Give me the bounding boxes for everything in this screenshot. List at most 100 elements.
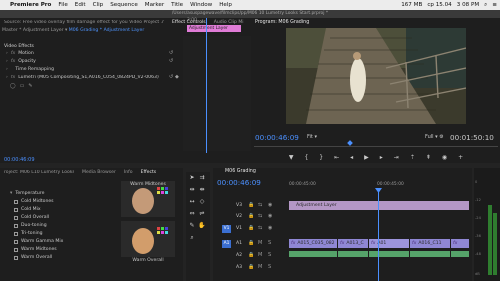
ellipse-mask-icon[interactable]: ◯ [10,83,16,89]
audio-clip[interactable] [338,251,368,257]
effect-row-time-remapping[interactable]: › Time Remapping [6,67,54,72]
zoom-tool-icon[interactable]: ⌕ [188,234,196,242]
track-header-v2[interactable]: V2 🔒 ⇆ ◉ [218,212,284,222]
twirl-icon[interactable]: › [6,67,8,72]
effect-controls-timeline[interactable] [183,36,251,151]
preset-item[interactable]: Duo-toning [14,223,47,228]
track-header-a1[interactable]: A1 A1 🔒 M S [218,239,284,249]
track-header-a3[interactable]: A3 🔒 M S [218,263,284,273]
mute-icon[interactable]: M [258,264,262,270]
preset-thumbnail[interactable] [121,221,175,257]
track-select-icon[interactable]: ⇉ [198,174,206,182]
hand-tool-icon[interactable]: ✋ [198,222,206,230]
adjustment-layer-clip[interactable]: Adjustment Layer [289,201,469,210]
preset-item[interactable]: Cold Mix [14,207,41,212]
lock-icon[interactable]: 🔒 [248,202,254,208]
reset-icon[interactable]: ↺ [169,50,173,56]
reset-icon[interactable]: ↺ [169,58,173,64]
effect-controls-timecode[interactable]: 00:00:46:09 [4,157,35,163]
video-clip[interactable]: fx A016_C11 [410,239,450,248]
search-icon[interactable]: ⌕ [484,2,487,9]
lock-icon[interactable]: 🔒 [248,213,254,219]
menu-window[interactable]: Window [190,2,212,8]
preset-item[interactable]: Warm Overall [14,255,52,260]
audio-clip[interactable] [410,251,450,257]
master-clip-label[interactable]: Master * Adjustment Layer [2,28,64,33]
track-header-v3[interactable]: V3 🔒 ⇆ ◉ [218,201,284,211]
goto-out-icon[interactable]: ⇥ [394,154,399,161]
step-back-icon[interactable]: ◂ [350,154,353,161]
timeline-ruler[interactable]: 00:00:45:00 00:00:45:00 [285,182,472,189]
mute-icon[interactable]: M [258,240,262,246]
eye-icon[interactable]: ◉ [268,225,272,231]
source-patch-a1[interactable]: A1 [222,240,231,248]
audio-clip[interactable] [289,251,337,257]
goto-in-icon[interactable]: ⇤ [334,154,339,161]
pen-mask-icon[interactable]: ✎ [28,83,32,89]
menu-title[interactable]: Title [171,2,183,8]
preset-item[interactable]: Warm Gamma Mix [14,239,63,244]
step-forward-icon[interactable]: ▸ [380,154,383,161]
audio-clip[interactable] [369,251,409,257]
effect-row-lumetri[interactable]: › fx Lumetri (M05 Compositing_S1,A016_C054… [6,75,159,80]
slide-icon[interactable]: ⇌ [198,210,206,218]
pen-tool-icon[interactable]: ✎ [188,222,196,230]
marker-icon[interactable]: ▼ [289,154,294,161]
ripple-edit-icon[interactable]: ⇹ [188,186,196,194]
razor-icon[interactable]: ◇ [198,198,206,206]
lock-icon[interactable]: 🔒 [248,225,254,231]
video-clip[interactable]: fx [451,239,469,248]
eye-icon[interactable]: ◉ [268,202,272,208]
rate-stretch-icon[interactable]: ↔ [188,198,196,206]
preset-item[interactable]: Cold Overall [14,215,49,220]
video-clip[interactable]: fx A013_C [338,239,368,248]
track-header-v1[interactable]: V1 V1 🔒 ⇆ ◉ [218,224,284,234]
tab-info[interactable]: Info [124,170,133,175]
rectangle-mask-icon[interactable]: ▭ [20,83,25,89]
zoom-select[interactable]: Fit ▾ [307,134,317,140]
fx-icon[interactable] [11,67,12,72]
mute-icon[interactable]: M [258,252,262,258]
sync-lock-icon[interactable]: ⇆ [258,225,262,231]
export-frame-icon[interactable]: ◉ [442,154,447,161]
preset-folder-temperature[interactable]: ▾ Temperature [10,191,44,196]
in-icon[interactable]: { [304,154,308,161]
tab-sequence[interactable]: M06 Grading [225,169,256,174]
solo-icon[interactable]: S [268,240,271,246]
fx-icon[interactable]: fx [11,59,15,64]
menu-file[interactable]: File [58,2,67,8]
timeline-playhead[interactable] [378,190,379,281]
video-clip[interactable]: fx A01 [369,239,409,248]
twirl-icon[interactable]: › [6,51,8,56]
lift-icon[interactable]: ⇡ [410,154,415,161]
play-icon[interactable]: ▶ [364,154,369,161]
resolution-select[interactable]: Full ▾ ⚙ [425,134,444,140]
tab-media-browser[interactable]: Media Browser [82,170,116,175]
twirl-icon[interactable]: › [6,75,8,80]
preset-item[interactable]: Warm Midtones [14,247,57,252]
menu-clip[interactable]: Clip [93,2,104,8]
program-monitor-title[interactable]: Program: M06 Grading [255,18,309,27]
extract-icon[interactable]: ⇞ [426,154,431,161]
adjustment-layer-bar[interactable]: Adjustment Layer [187,25,241,32]
tab-effects[interactable]: Effects [141,170,157,175]
sync-lock-icon[interactable]: ⇆ [258,213,262,219]
video-clip[interactable]: fx A015_C035_082 [289,239,337,248]
preset-item[interactable]: Cold Midtones [14,199,54,204]
program-scrubber[interactable] [254,146,498,147]
lock-icon[interactable]: 🔒 [248,264,254,270]
effect-controls-ruler[interactable]: 3:00 [183,18,251,24]
lock-icon[interactable]: 🔒 [248,240,254,246]
twirl-icon[interactable]: › [6,59,8,64]
solo-icon[interactable]: S [268,264,271,270]
menu-sequence[interactable]: Sequence [110,2,138,8]
timeline-timecode[interactable]: 00:00:46:09 [217,178,261,187]
menu-edit[interactable]: Edit [75,2,86,8]
selection-tool-icon[interactable]: ➤ [188,174,196,182]
wrench-icon[interactable]: ⚙ [439,134,443,140]
reset-icon[interactable]: ↺ [169,74,173,80]
keyframe-icon[interactable]: ◆ [175,74,179,80]
solo-icon[interactable]: S [268,252,271,258]
fx-icon[interactable]: fx [11,75,15,80]
effect-row-opacity[interactable]: › fx Opacity [6,59,36,64]
